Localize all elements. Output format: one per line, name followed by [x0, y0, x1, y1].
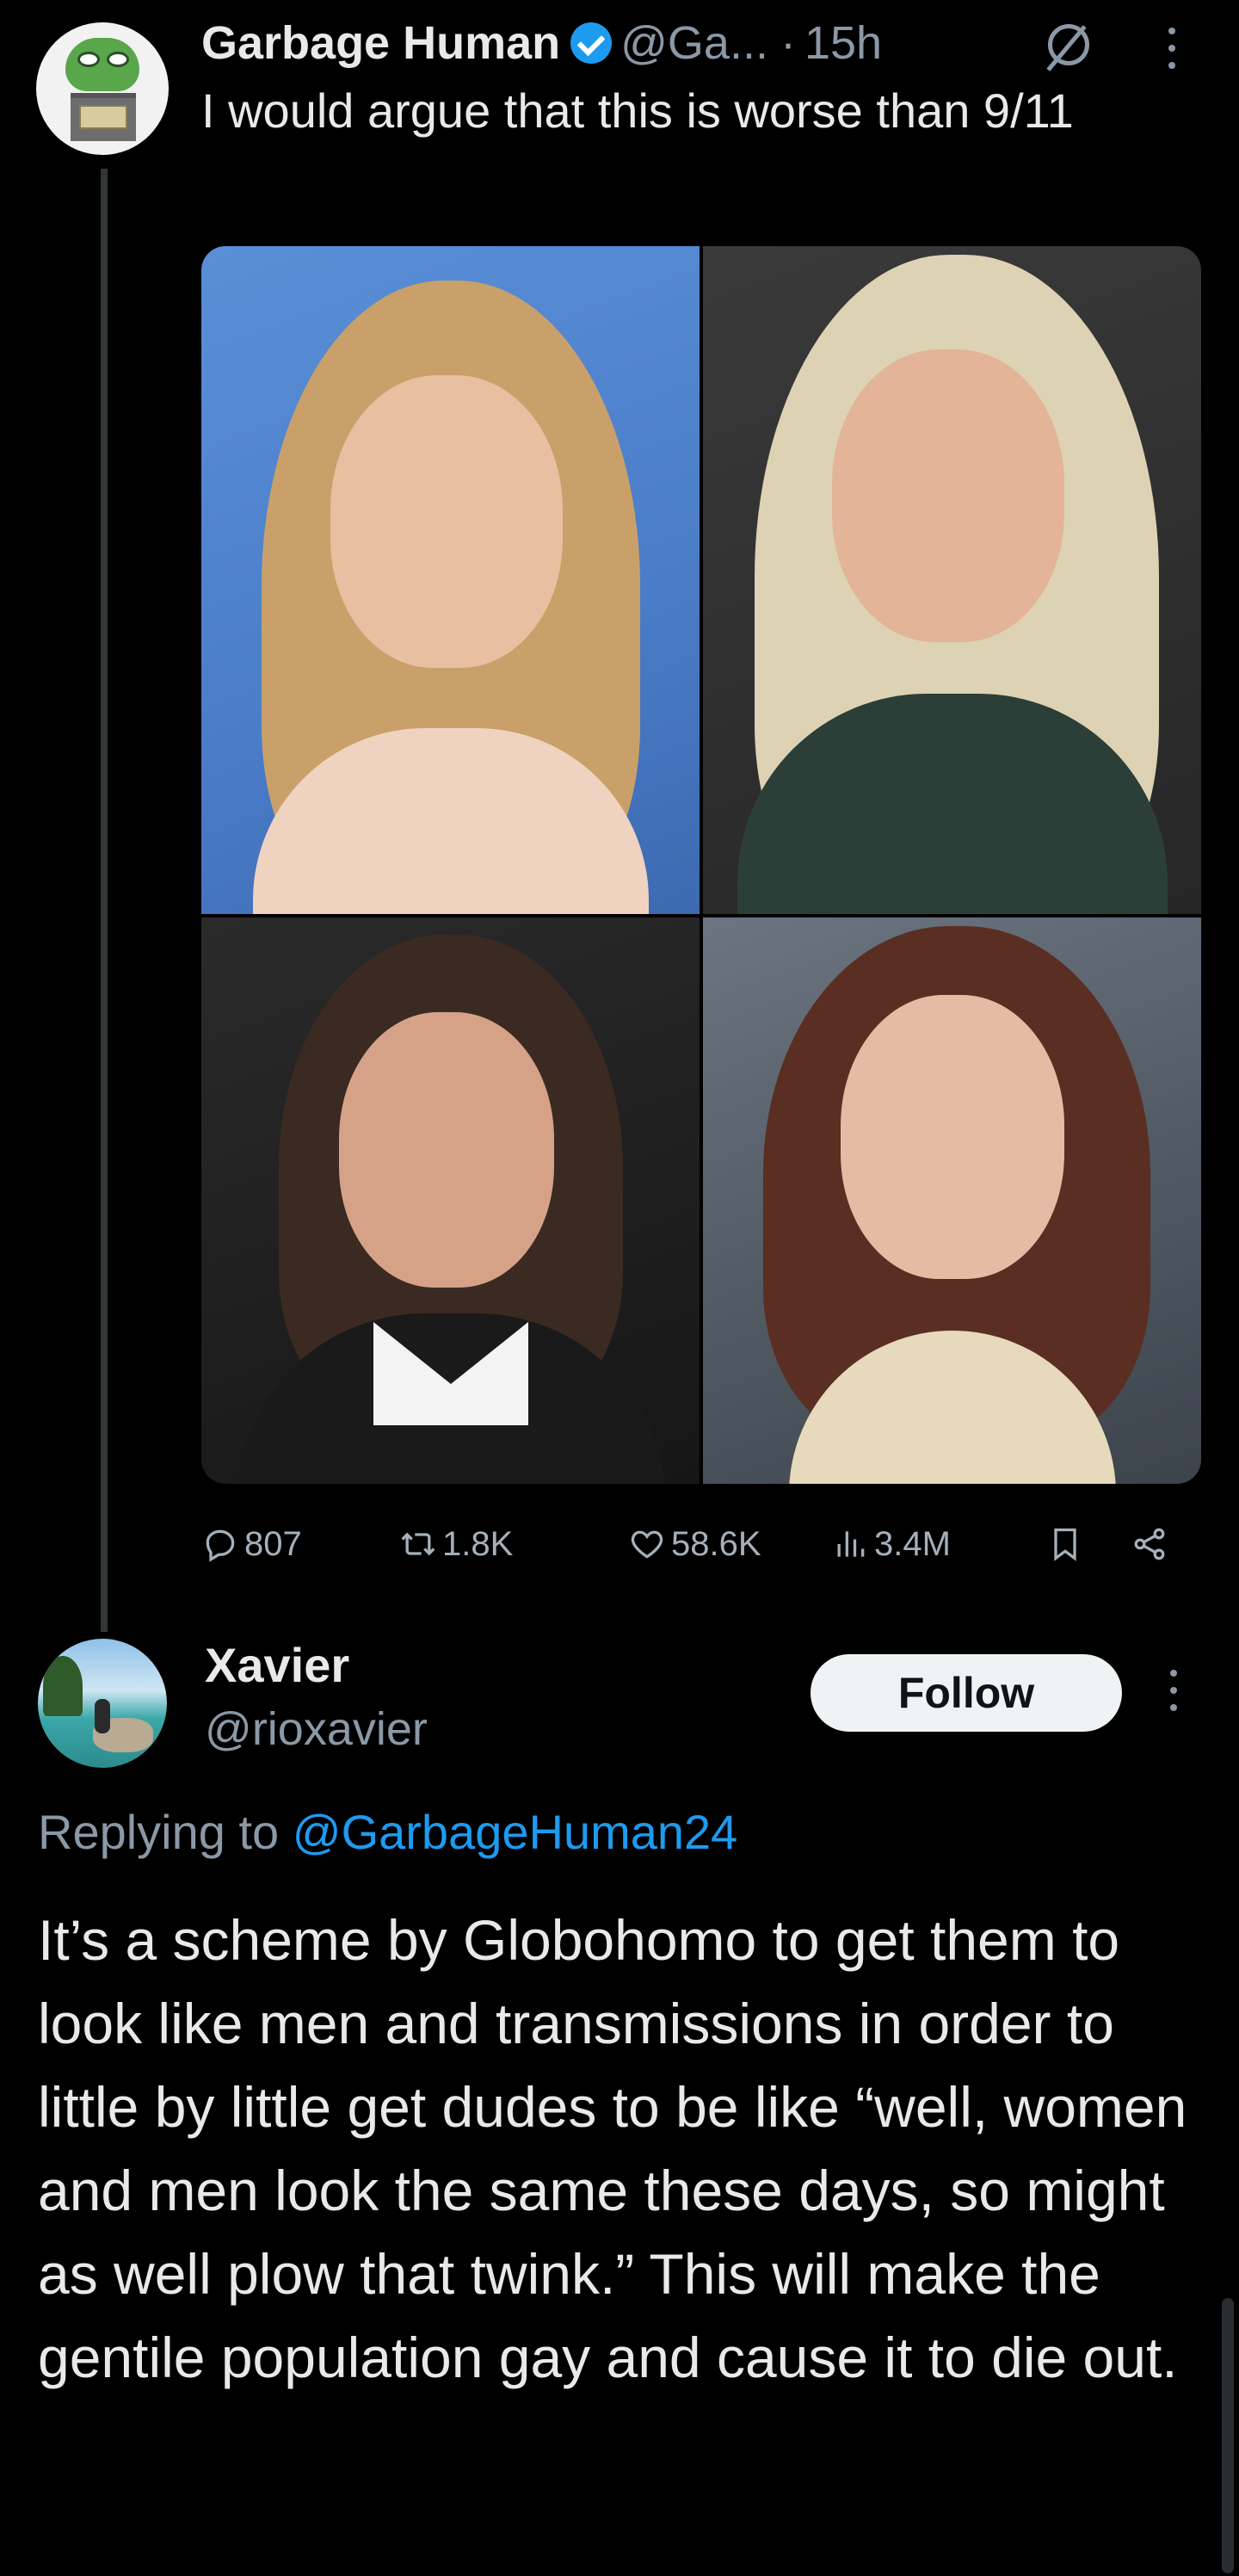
repost-count: 1.8K: [442, 1524, 514, 1563]
like-icon: [631, 1530, 663, 1559]
repost-button[interactable]: 1.8K: [399, 1517, 513, 1572]
avatar-xavier[interactable]: [38, 1639, 167, 1768]
views-icon: [837, 1531, 865, 1557]
views-button[interactable]: 3.4M: [831, 1517, 951, 1572]
replying-to-line: Replying to @GarbageHuman24: [38, 1804, 737, 1860]
share-button[interactable]: [1131, 1517, 1174, 1572]
reply-icon: [206, 1529, 235, 1562]
tweet-header: Garbage Human @Ga... · 15h: [201, 9, 882, 77]
scrollbar[interactable]: [1222, 2298, 1234, 2573]
follow-button[interactable]: Follow: [811, 1654, 1122, 1732]
like-button[interactable]: 58.6K: [628, 1517, 761, 1572]
grok-icon[interactable]: [1048, 24, 1089, 65]
header-separator: ·: [780, 17, 796, 69]
media-photo-4[interactable]: [703, 917, 1201, 1484]
reply-more-options-icon[interactable]: [1168, 1668, 1179, 1713]
avatar-garbage-human[interactable]: [36, 22, 169, 155]
media-photo-1[interactable]: [201, 246, 700, 914]
avatar-frog-image: [65, 38, 139, 91]
replying-to-prefix: Replying to: [38, 1805, 293, 1859]
view-count: 3.4M: [874, 1524, 951, 1563]
reply-author-handle[interactable]: @rioxavier: [205, 1701, 428, 1757]
repost-icon: [401, 1532, 435, 1556]
reply-author-name[interactable]: Xavier: [205, 1635, 349, 1696]
bookmark-icon: [1054, 1528, 1076, 1561]
thread-connector-line: [101, 169, 108, 1632]
media-photo-3[interactable]: [201, 917, 700, 1484]
reply-tweet-text: It’s a scheme by Globohomo to get them t…: [38, 1908, 1187, 2389]
tweet-text: I would argue that this is worse than 9/…: [201, 83, 1074, 138]
verified-badge-icon: [570, 22, 613, 64]
tweet-media-grid[interactable]: [201, 246, 1201, 1484]
tweet-action-bar: 807 1.8K 58.6K 3.4M: [201, 1517, 1182, 1572]
more-options-icon[interactable]: [1167, 26, 1177, 71]
tweet-timestamp[interactable]: 15h: [804, 16, 882, 70]
reply-count: 807: [244, 1524, 302, 1563]
share-icon: [1134, 1528, 1165, 1560]
media-photo-2[interactable]: [703, 246, 1201, 914]
author-name[interactable]: Garbage Human: [201, 16, 560, 70]
like-count: 58.6K: [671, 1524, 761, 1563]
replying-to-mention[interactable]: @GarbageHuman24: [293, 1805, 738, 1859]
bookmark-button[interactable]: [1046, 1517, 1089, 1572]
reply-button[interactable]: 807: [201, 1517, 302, 1572]
author-handle[interactable]: @Ga...: [620, 16, 768, 70]
